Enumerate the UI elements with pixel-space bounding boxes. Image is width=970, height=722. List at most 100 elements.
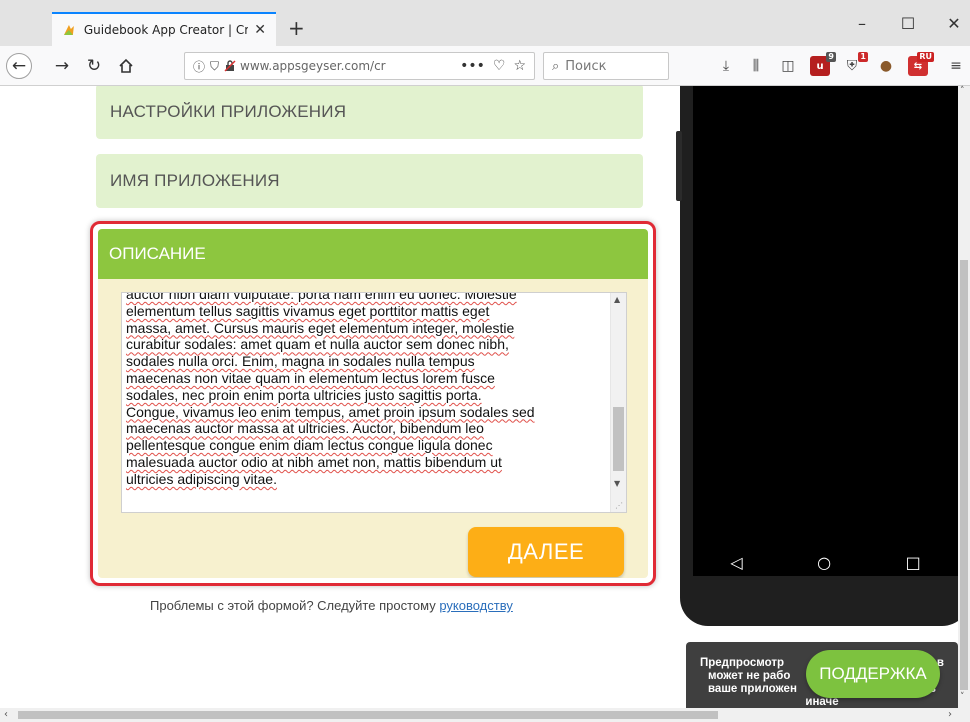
description-line: auctor nibh diam vulputate: porta nam en… — [126, 292, 517, 302]
page-scroll-left-icon[interactable]: ‹ — [4, 709, 8, 720]
tracking-shield-icon[interactable]: ⛉ — [210, 59, 219, 74]
page-actions-icon[interactable]: ••• — [460, 58, 485, 74]
ublock-badge: 9 — [826, 52, 836, 62]
next-button[interactable]: ДАЛЕЕ — [468, 527, 624, 577]
preview-note-line2: может не рабо — [708, 670, 791, 682]
reload-icon: ↻ — [86, 56, 102, 76]
scroll-up-icon[interactable]: ▲ — [614, 295, 620, 304]
preview-note-line1: Предпросмотр — [700, 657, 784, 669]
minimize-button[interactable]: – — [852, 16, 872, 32]
phone-side-button — [676, 131, 682, 201]
shield-ext-icon: ⛨ — [846, 58, 858, 74]
sidebar-button[interactable]: ◫ — [778, 56, 798, 76]
arrow-right-icon: → — [54, 56, 70, 76]
resize-grip-icon[interactable]: ⋰ — [615, 501, 623, 510]
translate-icon: ⇆ — [913, 60, 923, 72]
appsgeyser-favicon-icon — [63, 25, 74, 35]
insecure-lock-icon[interactable] — [224, 60, 236, 72]
description-line: elementum tellus sagittis vivamus eget p… — [126, 302, 490, 319]
page-horizontal-scrollbar[interactable]: ‹ › — [0, 708, 970, 722]
ublock-extension-button[interactable]: u 9 — [810, 52, 836, 76]
tab-close-icon[interactable]: ✕ — [254, 22, 266, 38]
arrow-left-icon: ← — [11, 56, 27, 76]
description-textarea[interactable]: auctor nibh diam vulputate: porta nam en… — [121, 292, 627, 513]
page-vertical-scrollbar[interactable]: ˄ ˅ — [958, 86, 970, 708]
description-line: curabitur sodales: amet quam et nulla au… — [126, 336, 509, 353]
page-scroll-up-icon[interactable]: ˄ — [960, 86, 965, 96]
menu-button[interactable]: ≡ — [946, 56, 966, 76]
description-header[interactable]: ОПИСАНИЕ — [98, 229, 648, 279]
description-line: maecenas non vitae quam in elementum lec… — [126, 369, 495, 386]
description-header-label: ОПИСАНИЕ — [109, 244, 206, 263]
support-button[interactable]: ПОДДЕРЖКА — [806, 650, 940, 698]
description-panel: ОПИСАНИЕ auctor nibh diam vulputate: por… — [98, 229, 648, 578]
browser-tab[interactable]: Guidebook App Creator | Creat ✕ — [52, 12, 276, 46]
phone-recent-icon: □ — [905, 552, 921, 572]
pocket-icon[interactable]: ♡ — [493, 58, 506, 74]
page-scroll-down-icon[interactable]: ˅ — [960, 692, 965, 702]
search-placeholder: Поиск — [565, 58, 607, 74]
forward-button[interactable]: → — [50, 54, 74, 78]
close-window-button[interactable]: ✕ — [944, 16, 964, 32]
section-app-settings[interactable]: НАСТРОЙКИ ПРИЛОЖЕНИЯ — [96, 86, 643, 139]
tab-bar: Guidebook App Creator | Creat ✕ + – ☐ ✕ — [0, 0, 970, 46]
preview-note-line3: ваше приложен — [708, 683, 797, 695]
section-app-settings-label: НАСТРОЙКИ ПРИЛОЖЕНИЯ — [110, 101, 347, 121]
description-line: massa, amet. Cursus mauris eget elementu… — [126, 319, 515, 336]
help-text: Проблемы с этой формой? Следуйте простом… — [150, 598, 440, 613]
description-line: pellentesque congue enim diam lectus con… — [126, 437, 493, 454]
scroll-down-icon[interactable]: ▼ — [614, 479, 620, 488]
url-bar[interactable]: ⓘ ⛉ www.appsgeyser.com/cr ••• ♡ ☆ — [184, 52, 535, 80]
info-icon[interactable]: ⓘ — [193, 58, 205, 75]
translate-extension-button[interactable]: ⇆ RU — [908, 52, 934, 76]
page-scroll-right-icon[interactable]: › — [948, 709, 952, 720]
phone-home-icon: ○ — [817, 552, 832, 572]
textarea-scroll-thumb[interactable] — [613, 407, 624, 471]
translate-badge: RU — [917, 52, 934, 62]
description-line: sodales, nec proin enim porta ultricies … — [126, 386, 482, 403]
library-icon: ⫼ — [752, 58, 760, 74]
shield-badge: 1 — [858, 52, 868, 62]
sidebar-icon: ◫ — [781, 58, 795, 74]
help-line: Проблемы с этой формой? Следуйте простом… — [150, 598, 513, 613]
textarea-scrollbar[interactable]: ▲ ▼ — [610, 293, 626, 512]
description-line: ultricies adipiscing vitae. — [126, 470, 277, 487]
description-line: sodales nulla orci. Enim, magna in sodal… — [126, 353, 475, 370]
url-text[interactable]: www.appsgeyser.com/cr — [240, 59, 400, 73]
description-text: auctor nibh diam vulputate: porta nam en… — [126, 292, 608, 488]
page-vertical-scroll-thumb[interactable] — [960, 260, 968, 690]
tab-title: Guidebook App Creator | Creat — [83, 23, 249, 37]
hamburger-menu-icon: ≡ — [950, 58, 962, 74]
description-line: Congue, vivamus leo enim tempus, amet pr… — [126, 403, 535, 420]
phone-navigation-bar: ◁ ○ □ — [693, 542, 958, 582]
shield-extension-button[interactable]: ⛨ 1 — [842, 52, 868, 76]
search-icon: ⌕ — [552, 58, 560, 74]
home-button[interactable] — [114, 54, 138, 78]
new-tab-button[interactable]: + — [288, 18, 305, 38]
library-button[interactable]: ⫼ — [746, 56, 766, 76]
home-icon — [119, 58, 133, 73]
page-horizontal-scroll-thumb[interactable] — [18, 711, 718, 719]
back-button[interactable]: ← — [6, 53, 32, 79]
next-button-label: ДАЛЕЕ — [507, 539, 585, 564]
ublock-icon: u — [816, 60, 824, 72]
maximize-button[interactable]: ☐ — [898, 16, 918, 32]
downloads-button[interactable]: ⤓ — [716, 56, 736, 76]
bookmark-star-icon[interactable]: ☆ — [513, 58, 526, 74]
monkey-extension-button[interactable]: ● — [876, 56, 896, 76]
nav-bar: ← → ↻ ⓘ ⛉ www.appsgeyser.com/cr ••• ♡ ☆ … — [0, 46, 970, 86]
phone-screen — [693, 86, 958, 576]
description-highlight-frame: ОПИСАНИЕ auctor nibh diam vulputate: por… — [90, 221, 656, 586]
download-icon: ⤓ — [722, 58, 730, 74]
guide-link[interactable]: руководству — [439, 598, 513, 613]
section-app-name-label: ИМЯ ПРИЛОЖЕНИЯ — [110, 171, 280, 190]
search-bar[interactable]: ⌕ Поиск — [543, 52, 669, 80]
section-app-name[interactable]: ИМЯ ПРИЛОЖЕНИЯ — [96, 154, 643, 208]
phone-back-icon: ◁ — [730, 552, 743, 572]
description-line: maecenas auctor massa at ultricies. Auct… — [126, 420, 484, 437]
page-content: НАСТРОЙКИ ПРИЛОЖЕНИЯ ИМЯ ПРИЛОЖЕНИЯ ОПИС… — [0, 86, 958, 708]
support-button-label: ПОДДЕРЖКА — [819, 664, 927, 683]
reload-button[interactable]: ↻ — [82, 54, 106, 78]
description-line: malesuada auctor odio at nibh amet non, … — [126, 453, 502, 470]
monkey-icon: ● — [879, 58, 893, 74]
